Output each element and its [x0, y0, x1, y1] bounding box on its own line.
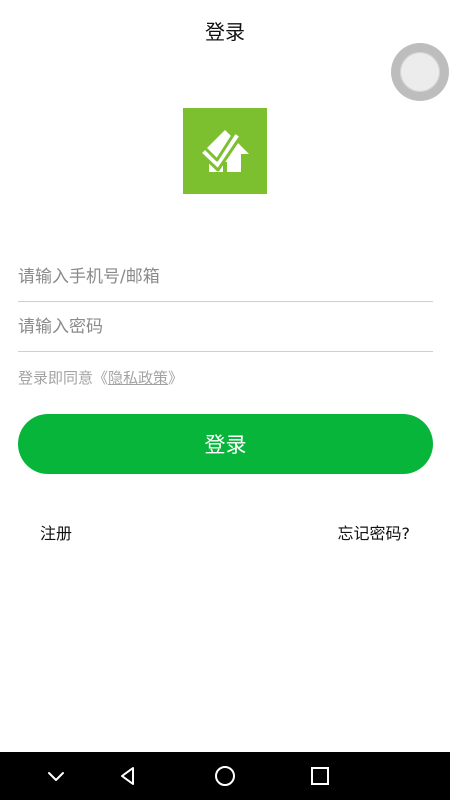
home-circle-icon[interactable] — [213, 764, 237, 788]
chevron-down-icon[interactable] — [44, 764, 68, 788]
floating-ball-inner — [400, 52, 440, 92]
recent-square-icon[interactable] — [308, 764, 332, 788]
login-screen: 登录 登录即同意《隐私政策》 登录 注册 忘记密码? — [0, 0, 450, 800]
password-field — [18, 302, 433, 352]
app-logo — [183, 108, 267, 194]
floating-ball-icon[interactable] — [391, 43, 449, 101]
phone-email-input[interactable] — [18, 252, 433, 301]
privacy-policy-link[interactable]: 隐私政策 — [108, 369, 168, 387]
back-triangle-icon[interactable] — [116, 764, 140, 788]
phone-email-field — [18, 252, 433, 302]
agreement-text: 登录即同意《隐私政策》 — [18, 367, 183, 388]
system-navigation-bar — [0, 752, 450, 800]
page-title: 登录 — [205, 20, 245, 44]
password-input[interactable] — [18, 302, 433, 351]
register-link[interactable]: 注册 — [40, 520, 72, 544]
login-button[interactable]: 登录 — [18, 414, 433, 474]
forgot-password-link[interactable]: 忘记密码? — [338, 520, 411, 544]
house-check-logo — [183, 108, 267, 194]
agreement-prefix: 登录即同意《 — [18, 369, 109, 387]
agreement-suffix: 》 — [168, 369, 184, 387]
